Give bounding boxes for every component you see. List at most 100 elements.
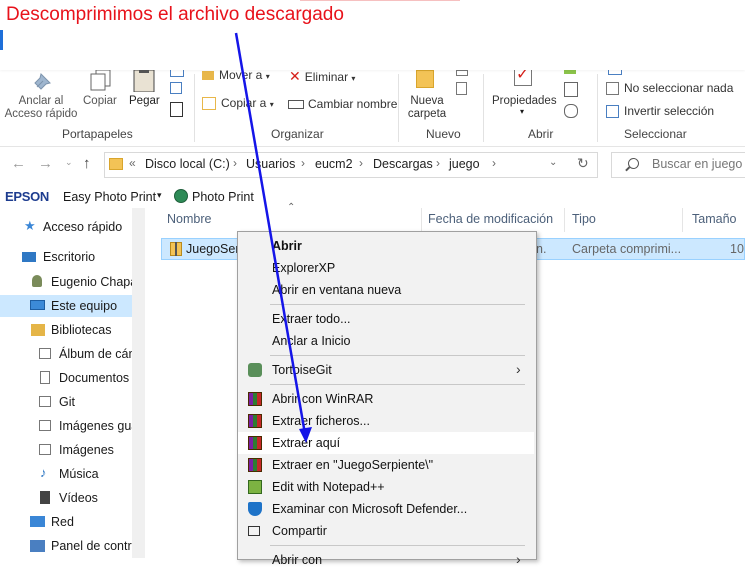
crumb-separator-icon[interactable]: › [359, 156, 363, 170]
pin-icon [34, 73, 51, 90]
photo-print-button[interactable]: Photo Print [192, 190, 254, 204]
new-folder-button[interactable]: Nueva carpeta [404, 70, 450, 122]
properties-button[interactable]: ✓ Propiedades ▾ [490, 66, 558, 122]
open-small-icons[interactable] [562, 70, 580, 120]
video-icon [40, 491, 50, 504]
pin-quick-access-button[interactable]: Anclar al Acceso rápido [4, 70, 78, 122]
clipboard-icon [133, 68, 155, 92]
menu-extraer-en[interactable]: Extraer en "JuegoSerpiente\" [238, 454, 534, 476]
column-fecha[interactable]: Fecha de modificación [428, 212, 553, 226]
refresh-icon[interactable]: ↻ [577, 155, 589, 172]
address-bar-row: ← → ⌄ ↑ « Disco local (C:) › Usuarios › … [0, 147, 745, 182]
nav-item-eugenio-chapa[interactable]: Eugenio Chapa [0, 271, 132, 293]
menu-abrir-winrar[interactable]: Abrir con WinRAR [238, 388, 534, 410]
small-clipboard-icons[interactable] [168, 70, 186, 120]
paste-shortcut-icon [170, 102, 183, 117]
defender-shield-icon [248, 502, 262, 516]
column-tipo[interactable]: Tipo [572, 212, 596, 226]
epson-logo: EPSON [5, 189, 50, 204]
library-item-icon [39, 348, 51, 359]
copy-button[interactable]: Copiar [82, 70, 120, 122]
nav-item-documentos[interactable]: Documentos [0, 367, 132, 389]
nav-item-album-camara[interactable]: Álbum de cám [0, 343, 132, 365]
nav-item-escritorio[interactable]: Escritorio [0, 246, 132, 268]
rename-button[interactable]: Cambiar nombre [288, 97, 397, 111]
menu-abrir[interactable]: Abrir [238, 235, 534, 257]
menu-tortoisegit[interactable]: TortoiseGit › [238, 359, 534, 381]
back-arrow-icon[interactable]: ← [11, 155, 26, 172]
menu-extraer-ficheros[interactable]: Extraer ficheros... [238, 410, 534, 432]
nav-item-musica[interactable]: ♪ Música [0, 463, 132, 485]
nav-item-bibliotecas[interactable]: Bibliotecas [0, 319, 132, 341]
crumb-separator-icon[interactable]: › [436, 156, 440, 170]
nav-item-imagenes[interactable]: Imágenes [0, 439, 132, 461]
crumb-usuarios[interactable]: Usuarios [246, 157, 295, 171]
forward-arrow-icon[interactable]: → [38, 155, 53, 172]
recent-chevron-icon[interactable]: ⌄ [65, 157, 73, 168]
nav-item-panel-control[interactable]: Panel de contro [0, 535, 132, 557]
group-portapapeles: Portapapeles [62, 127, 133, 141]
delete-x-icon: ✕ [289, 68, 301, 84]
column-nombre[interactable]: Nombre [167, 212, 211, 226]
crumb-separator-icon[interactable]: › [233, 156, 237, 170]
crumb-eucm2[interactable]: eucm2 [315, 157, 353, 171]
menu-anclar-inicio[interactable]: Anclar a Inicio [238, 330, 534, 352]
menu-extraer-aqui[interactable]: Extraer aquí [238, 432, 534, 454]
group-organizar: Organizar [271, 127, 324, 141]
delete-button[interactable]: ✕ Eliminar ▾ [289, 68, 355, 85]
copy-to-button[interactable]: Copiar a ▾ [202, 96, 274, 111]
share-icon [248, 526, 260, 536]
menu-abrir-con[interactable]: Abrir con › [238, 549, 534, 571]
library-item-icon [39, 420, 51, 431]
nav-item-red[interactable]: Red [0, 511, 132, 533]
menu-notepad[interactable]: Edit with Notepad++ [238, 476, 534, 498]
folder-move-icon [202, 71, 214, 81]
select-none-button[interactable]: No seleccionar nada [606, 81, 733, 96]
easy-photo-print-button[interactable]: Easy Photo Print [63, 190, 156, 204]
menu-explorerxp[interactable]: ExplorerXP [238, 257, 534, 279]
crumb-disco-local[interactable]: Disco local (C:) [145, 157, 230, 171]
nav-item-git[interactable]: Git [0, 391, 132, 413]
library-item-icon [39, 396, 51, 407]
search-box[interactable]: Buscar en juego [611, 152, 745, 178]
submenu-arrow-icon: › [516, 551, 521, 567]
easy-photo-dropdown-icon[interactable]: ▾ [157, 190, 162, 201]
column-tamano[interactable]: Tamaño [692, 212, 736, 226]
menu-abrir-ventana-nueva[interactable]: Abrir en ventana nueva [238, 279, 534, 301]
copy-path-icon [170, 82, 182, 94]
address-dropdown-icon[interactable]: ⌄ [549, 157, 557, 168]
crumb-juego[interactable]: juego [449, 157, 480, 171]
invert-selection-button[interactable]: Invertir selección [606, 104, 714, 119]
search-icon-handle [625, 166, 630, 172]
invert-selection-icon [606, 105, 619, 119]
submenu-arrow-icon: › [516, 361, 521, 377]
menu-defender[interactable]: Examinar con Microsoft Defender... [238, 498, 534, 520]
rename-icon [288, 100, 304, 110]
epson-toolbar: EPSON Easy Photo Print ▾ Photo Print [0, 184, 745, 208]
move-to-button[interactable]: Mover a ▾ [202, 68, 270, 82]
search-placeholder: Buscar en juego [652, 157, 743, 171]
new-folder-icon [416, 70, 434, 88]
paste-button[interactable]: Pegar [124, 68, 164, 122]
menu-compartir[interactable]: Compartir [238, 520, 534, 542]
crumb-separator-icon[interactable]: › [301, 156, 305, 170]
copy-icon [90, 70, 111, 91]
address-box[interactable]: « Disco local (C:) › Usuarios › eucm2 › … [104, 152, 598, 178]
crumb-descargas[interactable]: Descargas [373, 157, 433, 171]
file-date-fragment: n. [536, 242, 547, 256]
dropdown-arrow-icon: ▾ [269, 100, 274, 109]
menu-extraer-todo[interactable]: Extraer todo... [238, 308, 534, 330]
tortoisegit-icon [248, 363, 262, 377]
new-item-icon[interactable] [456, 70, 470, 95]
crumb-separator-icon[interactable]: › [492, 156, 496, 170]
nav-item-imagenes-guardadas[interactable]: Imágenes gua [0, 415, 132, 437]
up-arrow-icon[interactable]: ↑ [83, 155, 91, 172]
overflow-chevron[interactable]: « [129, 156, 136, 170]
annotation-accent-bar [0, 30, 3, 50]
nav-scrollbar[interactable] [132, 208, 145, 558]
select-none-icon [606, 82, 619, 96]
nav-item-videos[interactable]: Vídeos [0, 487, 132, 509]
nav-item-acceso-rapido[interactable]: ★ Acceso rápido [0, 216, 132, 238]
nav-item-este-equipo[interactable]: Este equipo [0, 295, 132, 317]
dropdown-arrow-icon: ▾ [520, 107, 525, 116]
